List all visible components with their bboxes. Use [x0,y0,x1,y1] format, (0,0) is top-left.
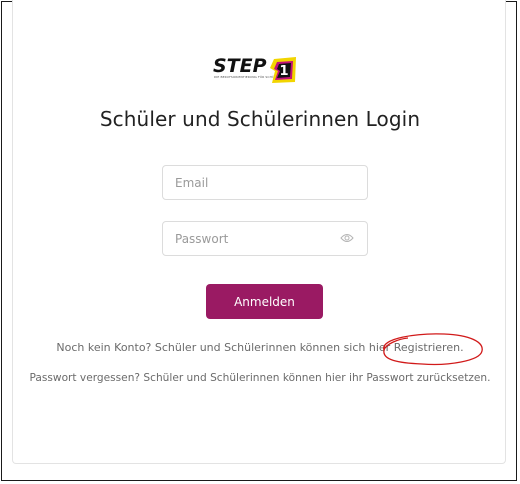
logo-badge: 1 [270,57,296,83]
register-text: Noch kein Konto? Schüler und Schülerinne… [0,341,520,354]
login-button[interactable]: Anmelden [206,284,323,319]
forgot-password-text: Passwort vergessen? Schüler und Schüleri… [0,372,520,384]
register-link[interactable]: Registrieren. [394,341,464,354]
step1-logo: STEP DIE BERUFSORIENTIERUNG FÜR SCHÜLER … [213,55,307,85]
password-field[interactable] [162,221,368,256]
reset-password-link[interactable]: zurücksetzen. [417,372,491,384]
logo-text: STEP [213,55,267,77]
forgot-prefix: Passwort vergessen? Schüler und Schüleri… [29,372,417,384]
register-prefix: Noch kein Konto? Schüler und Schülerinne… [56,341,394,354]
page-title: Schüler und Schülerinnen Login [99,107,421,131]
eye-icon[interactable] [340,232,354,244]
email-field[interactable] [162,165,368,200]
logo-badge-number: 1 [279,64,288,79]
